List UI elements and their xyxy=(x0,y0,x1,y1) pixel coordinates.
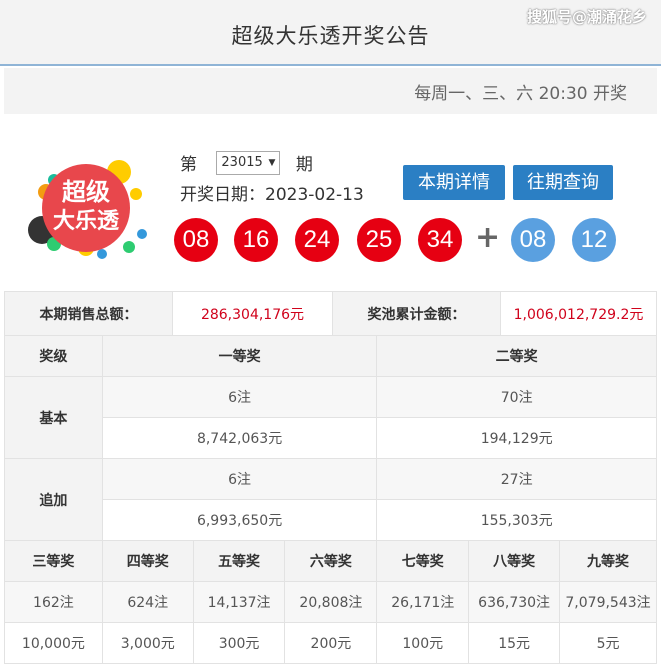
issue-suffix: 期 xyxy=(295,155,313,175)
draw-info-panel: 超级 大乐透 第 23015 ▼ 期 开奖日期：2023-02-13 本期详情 … xyxy=(4,116,657,290)
chevron-down-icon: ▼ xyxy=(268,157,276,168)
logo-text-line2: 大乐透 xyxy=(53,209,120,234)
add-first-amount: 6,993,650元 xyxy=(101,499,378,541)
sales-label: 本期销售总额： xyxy=(4,291,173,336)
table-row: 追加 6注 27注 xyxy=(4,458,657,541)
sales-value: 286,304,176元 xyxy=(172,291,333,336)
red-ball: 08 xyxy=(174,218,218,262)
schedule-bar: 每周一、三、六 20:30 开奖 xyxy=(4,68,657,114)
sales-summary-table: 本期销售总额： 286,304,176元 奖池累计金额： 1,006,012,7… xyxy=(4,291,657,336)
logo-text-line1: 超级 xyxy=(62,178,110,206)
amount-cell: 15元 xyxy=(468,622,561,664)
prize-table: 奖级 一等奖 二等奖 基本 6注 70注 8,742,063元 194,129元… xyxy=(4,335,657,664)
count-cell: 162注 xyxy=(4,581,103,623)
level-header: 奖级 xyxy=(4,335,103,377)
add-label: 追加 xyxy=(4,458,103,541)
level-cell: 八等奖 xyxy=(468,540,561,582)
level-cell: 九等奖 xyxy=(559,540,657,582)
add-first-count: 6注 xyxy=(101,458,378,500)
level-cell: 三等奖 xyxy=(4,540,103,582)
level-cell: 五等奖 xyxy=(192,540,286,582)
issue-select-value: 23015 xyxy=(221,154,263,170)
level-cell: 七等奖 xyxy=(376,540,470,582)
amount-cell: 3,000元 xyxy=(101,622,194,664)
amount-cell: 300元 xyxy=(192,622,286,664)
amount-cell: 200元 xyxy=(284,622,378,664)
first-prize-header: 一等奖 xyxy=(101,335,378,377)
basic-second-amount: 194,129元 xyxy=(376,417,657,459)
add-second-amount: 155,303元 xyxy=(376,499,657,541)
count-cell: 20,808注 xyxy=(284,581,378,623)
issue-row: 第 23015 ▼ 期 xyxy=(180,150,313,175)
count-cell: 636,730注 xyxy=(468,581,561,623)
issue-prefix: 第 xyxy=(180,155,197,175)
count-cell: 624注 xyxy=(101,581,194,623)
basic-first-amount: 8,742,063元 xyxy=(101,417,378,459)
pool-value: 1,006,012,729.2元 xyxy=(500,291,657,336)
table-row: 奖级 一等奖 二等奖 xyxy=(4,335,657,377)
watermark: 搜狐号@潮涌花乡 xyxy=(526,8,647,26)
issue-select[interactable]: 23015 ▼ xyxy=(216,150,281,175)
current-detail-button[interactable]: 本期详情 xyxy=(403,165,505,200)
red-ball: 25 xyxy=(357,218,401,262)
amount-cell: 10,000元 xyxy=(4,622,103,664)
table-row: 10,000元 3,000元 300元 200元 100元 15元 5元 xyxy=(4,622,657,664)
table-row: 8,742,063元 194,129元 xyxy=(5,417,657,459)
table-row: 三等奖 四等奖 五等奖 六等奖 七等奖 八等奖 九等奖 xyxy=(4,540,657,582)
table-row: 162注 624注 14,137注 20,808注 26,171注 636,73… xyxy=(4,581,657,623)
plus-sign: + xyxy=(475,220,501,255)
pool-label: 奖池累计金额： xyxy=(332,291,501,336)
level-cell: 六等奖 xyxy=(284,540,378,582)
red-ball: 24 xyxy=(295,218,339,262)
page-header: 超级大乐透开奖公告 搜狐号@潮涌花乡 xyxy=(0,0,661,66)
table-row: 本期销售总额： 286,304,176元 奖池累计金额： 1,006,012,7… xyxy=(4,291,657,336)
history-query-button[interactable]: 往期查询 xyxy=(513,165,613,200)
level-cell: 四等奖 xyxy=(101,540,194,582)
count-cell: 7,079,543注 xyxy=(559,581,657,623)
blue-ball: 12 xyxy=(572,218,616,262)
blue-ball: 08 xyxy=(511,218,555,262)
count-cell: 26,171注 xyxy=(376,581,470,623)
add-second-count: 27注 xyxy=(376,458,657,500)
red-ball: 16 xyxy=(234,218,278,262)
basic-first-count: 6注 xyxy=(101,376,378,418)
second-prize-header: 二等奖 xyxy=(376,335,657,377)
table-row: 6,993,650元 155,303元 xyxy=(5,499,657,541)
red-ball: 34 xyxy=(418,218,462,262)
draw-schedule: 每周一、三、六 20:30 开奖 xyxy=(414,84,627,104)
basic-label: 基本 xyxy=(4,376,103,459)
draw-date: 开奖日期：2023-02-13 xyxy=(180,185,364,205)
table-row: 基本 6注 70注 xyxy=(4,376,657,459)
lottery-logo: 超级 大乐透 xyxy=(28,160,147,259)
count-cell: 14,137注 xyxy=(192,581,286,623)
amount-cell: 5元 xyxy=(559,622,657,664)
basic-second-count: 70注 xyxy=(376,376,657,418)
amount-cell: 100元 xyxy=(376,622,470,664)
